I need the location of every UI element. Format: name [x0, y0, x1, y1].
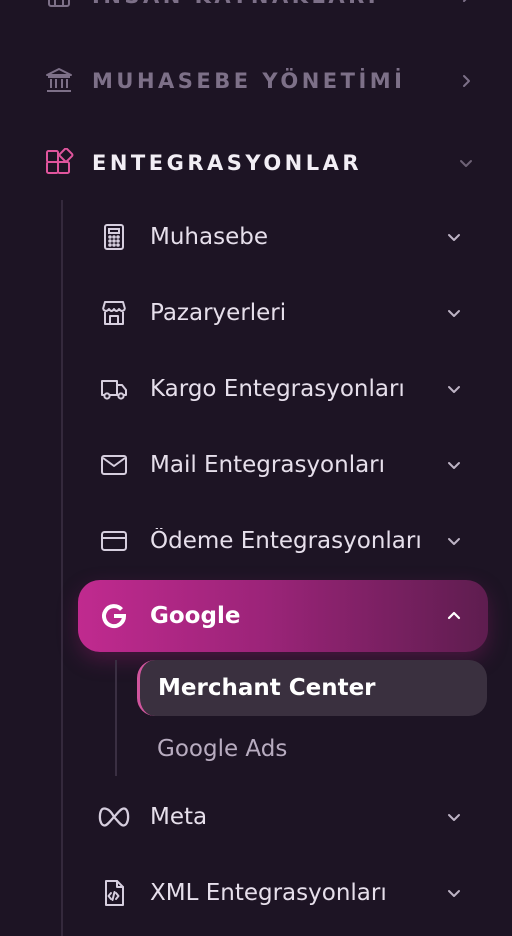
chevron-down-icon: [444, 883, 464, 903]
nav-item-odeme-entegrasyonlari[interactable]: Ödeme Entegrasyonları: [78, 505, 488, 577]
nav-item-label: Pazaryerleri: [150, 300, 287, 326]
sub-item-label: Google Ads: [157, 736, 288, 762]
chevron-up-icon: [444, 606, 464, 626]
chevron-down-icon: [444, 807, 464, 827]
nav-item-label: XML Entegrasyonları: [150, 880, 387, 906]
nav-item-google[interactable]: Google: [78, 580, 488, 652]
truck-icon: [98, 373, 130, 405]
chevron-down-icon: [444, 379, 464, 399]
sub-item-google-ads[interactable]: Google Ads: [137, 721, 487, 777]
nav-section-muhasebe-yonetimi[interactable]: MUHASEBE YÖNETİMİ: [44, 61, 476, 101]
nav-section-entegrasyonlar[interactable]: ENTEGRASYONLAR: [44, 143, 476, 183]
mail-icon: [98, 449, 130, 481]
sub-tree-guide-line: [115, 660, 117, 776]
nav-item-xml-entegrasyonlari[interactable]: XML Entegrasyonları: [78, 857, 488, 929]
nav-item-label: Google: [150, 603, 241, 629]
sub-item-label: Merchant Center: [158, 675, 376, 701]
chevron-down-icon: [444, 303, 464, 323]
grid-plus-icon: [44, 148, 74, 178]
nav-section-label: İNSAN KAYNAKLARI: [92, 0, 456, 8]
nav-item-pazaryerleri[interactable]: Pazaryerleri: [78, 277, 488, 349]
chevron-right-icon: [456, 71, 476, 91]
store-icon: [98, 297, 130, 329]
nav-item-muhasebe[interactable]: Muhasebe: [78, 201, 488, 273]
xml-file-icon: [98, 877, 130, 909]
chevron-down-icon: [456, 153, 476, 173]
nav-item-mail-entegrasyonlari[interactable]: Mail Entegrasyonları: [78, 429, 488, 501]
nav-item-meta[interactable]: Meta: [78, 781, 488, 853]
google-icon: [98, 600, 130, 632]
credit-card-icon: [98, 525, 130, 557]
chevron-right-icon: [456, 0, 476, 6]
nav-item-label: Mail Entegrasyonları: [150, 452, 386, 478]
calculator-icon: [98, 221, 130, 253]
building-icon: [44, 0, 74, 11]
nav-item-label: Meta: [150, 804, 208, 830]
chevron-down-icon: [444, 531, 464, 551]
nav-item-label: Kargo Entegrasyonları: [150, 376, 405, 402]
nav-section-insan-kaynaklari[interactable]: İNSAN KAYNAKLARI: [44, 0, 476, 16]
bank-icon: [44, 66, 74, 96]
tree-guide-line: [61, 200, 63, 936]
nav-item-label: Muhasebe: [150, 224, 268, 250]
meta-icon: [98, 801, 130, 833]
nav-item-label: Ödeme Entegrasyonları: [150, 528, 422, 554]
sub-item-merchant-center[interactable]: Merchant Center: [137, 660, 487, 716]
nav-section-label: ENTEGRASYONLAR: [92, 151, 363, 175]
chevron-down-icon: [444, 455, 464, 475]
nav-item-kargo-entegrasyonlari[interactable]: Kargo Entegrasyonları: [78, 353, 488, 425]
chevron-down-icon: [444, 227, 464, 247]
nav-section-label: MUHASEBE YÖNETİMİ: [92, 69, 406, 93]
